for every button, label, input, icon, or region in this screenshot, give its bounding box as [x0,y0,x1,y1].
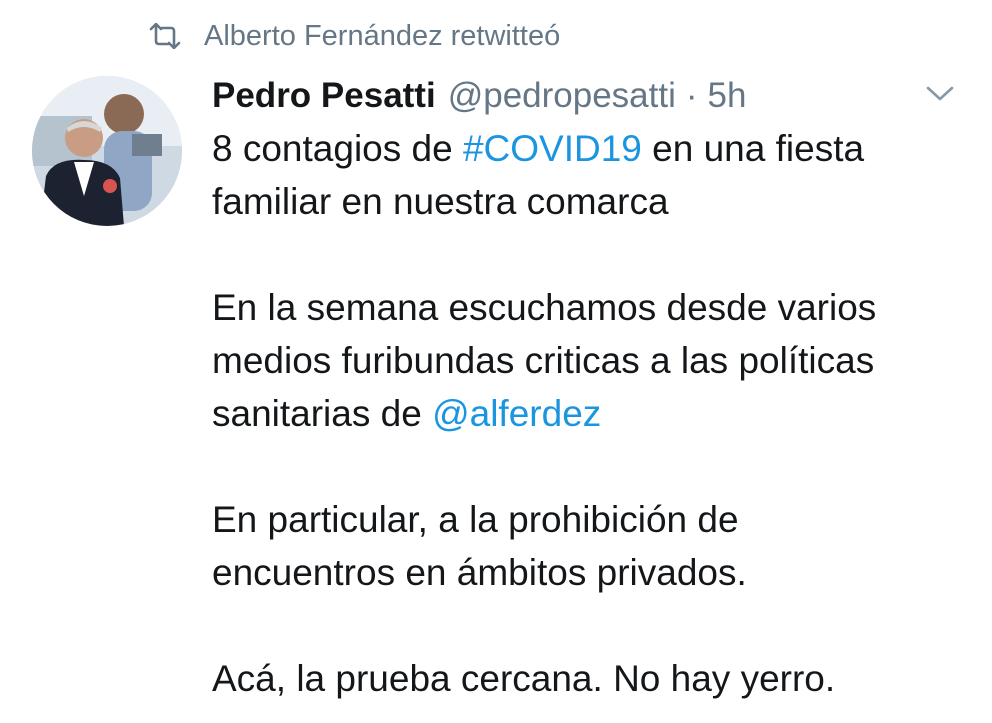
avatar[interactable] [32,76,182,226]
tweet-line: 8 contagios de #COVID19 en una fiesta [212,122,982,175]
tweet-line: medios furibundas criticas a las polític… [212,340,875,381]
chevron-down-icon [925,85,955,108]
mention-link[interactable]: @alferdez [432,393,601,434]
retweet-label[interactable]: Alberto Fernández retwitteó [204,20,560,53]
tweet-text-segment: 8 contagios de [212,128,463,169]
author-handle[interactable]: @pedropesatti [448,76,676,116]
tweet-timestamp[interactable]: 5h [708,76,747,116]
tweet-text-segment: en una fiesta [641,128,865,169]
tweet-line: En la semana escuchamos desde varios [212,287,877,328]
author-name[interactable]: Pedro Pesatti [212,76,436,116]
tweet-line: Acá, la prueba cercana. No hay yerro. [212,658,836,699]
tweet-line: sanitarias de @alferdez [212,387,982,440]
hashtag-link[interactable]: #COVID19 [463,128,642,169]
retweet-context: Alberto Fernández retwitteó [148,14,560,58]
tweet-line: encuentros en ámbitos privados. [212,552,747,593]
tweet-line: familiar en nuestra comarca [212,181,669,222]
tweet-text: 8 contagios de #COVID19 en una fiesta fa… [212,122,982,705]
avatar-photo [32,76,182,226]
tweet-header: Pedro Pesatti @pedropesatti · 5h [212,72,746,120]
tweet-menu-button[interactable] [916,80,964,112]
retweet-icon [148,23,182,49]
tweet-line: En particular, a la prohibición de [212,499,739,540]
separator-dot: · [685,76,698,115]
tweet-text-segment: sanitarias de [212,393,433,434]
